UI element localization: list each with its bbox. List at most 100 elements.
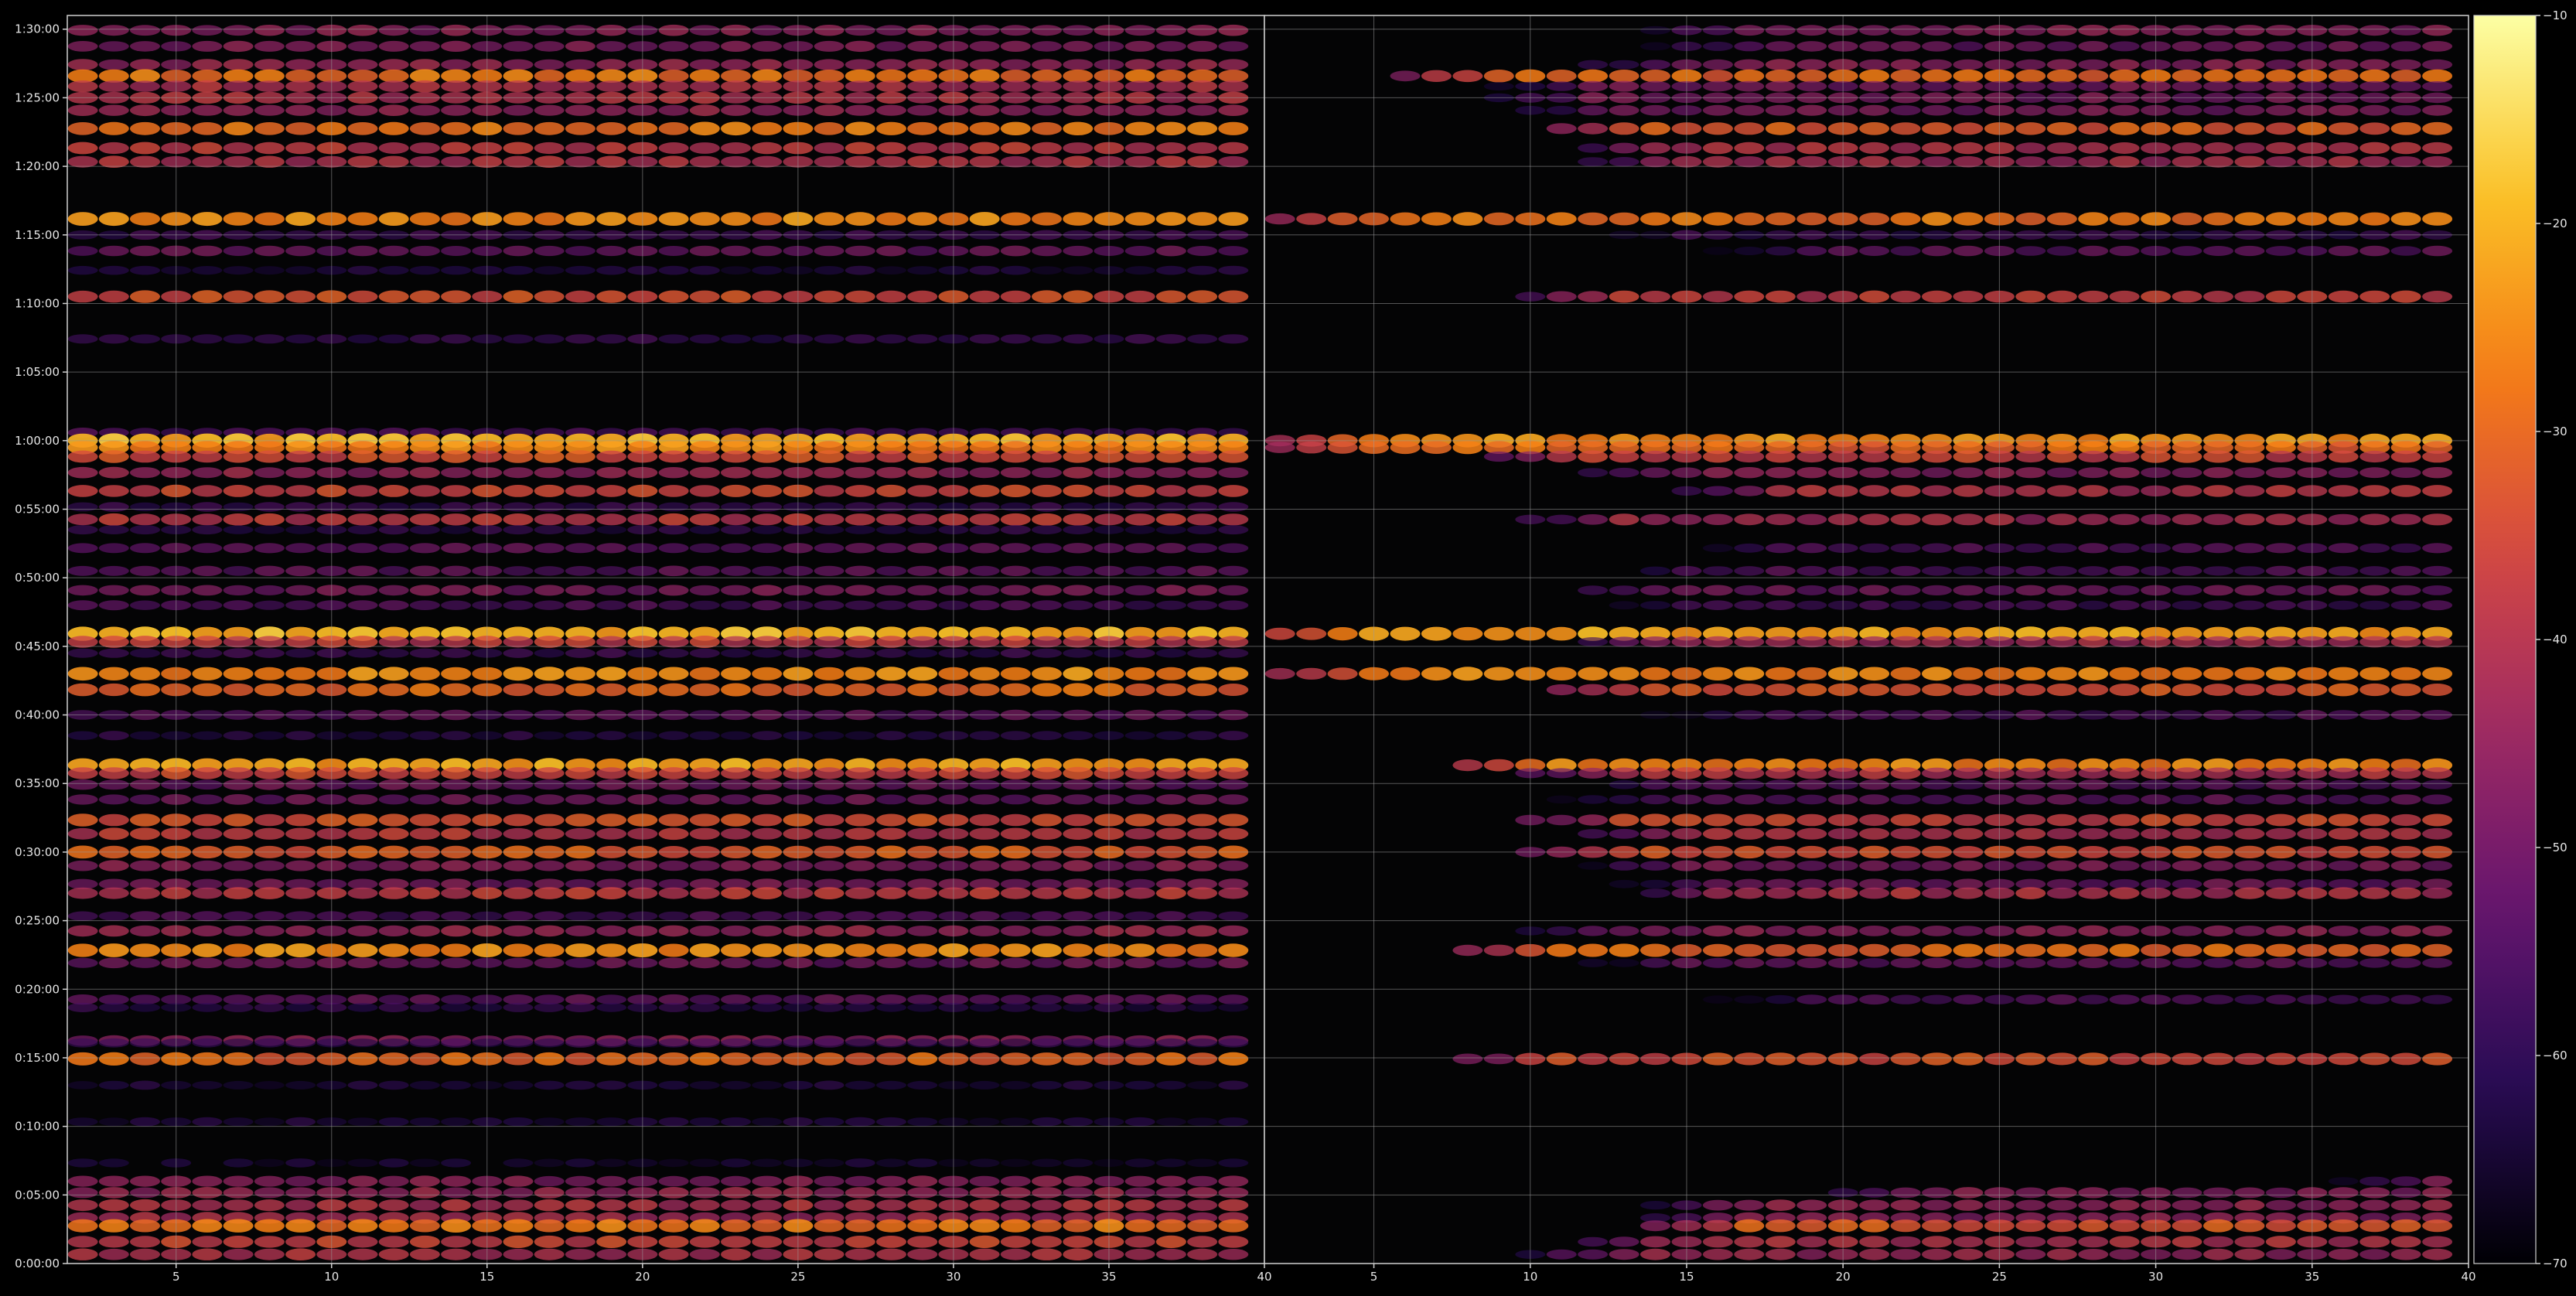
intensity-mark (441, 485, 472, 497)
intensity-mark (1734, 684, 1765, 696)
intensity-mark (1155, 731, 1186, 740)
intensity-mark (1000, 245, 1031, 257)
intensity-mark (1702, 767, 1733, 779)
intensity-mark (409, 1248, 440, 1260)
intensity-mark (1000, 450, 1031, 463)
intensity-mark (876, 502, 906, 512)
intensity-mark (1702, 155, 1733, 168)
intensity-mark (1063, 212, 1094, 226)
intensity-mark (192, 467, 223, 479)
intensity-mark (1796, 246, 1827, 256)
intensity-mark (2078, 450, 2109, 463)
intensity-mark (689, 1052, 720, 1066)
intensity-mark (1890, 994, 1921, 1004)
intensity-mark (1890, 779, 1921, 790)
intensity-mark (1640, 121, 1670, 135)
intensity-mark (1218, 485, 1249, 497)
intensity-mark (596, 911, 627, 921)
intensity-mark (1187, 731, 1218, 741)
intensity-mark (2046, 887, 2077, 899)
intensity-mark (1609, 157, 1639, 167)
intensity-mark (441, 887, 472, 899)
intensity-mark (1063, 565, 1094, 576)
intensity-mark (2203, 1248, 2233, 1260)
intensity-mark (67, 1175, 98, 1187)
intensity-mark (2203, 1236, 2233, 1248)
intensity-mark (285, 1117, 316, 1127)
intensity-mark (907, 731, 938, 740)
intensity-mark (1640, 779, 1670, 790)
intensity-mark (2390, 70, 2421, 83)
intensity-mark (1218, 827, 1249, 841)
intensity-mark (596, 887, 627, 899)
intensity-mark (1922, 1219, 1952, 1233)
intensity-mark (192, 1219, 223, 1233)
intensity-mark (503, 600, 534, 610)
intensity-mark (1452, 70, 1483, 83)
intensity-mark (98, 1080, 129, 1090)
intensity-mark (2203, 155, 2233, 168)
intensity-mark (689, 59, 720, 70)
intensity-mark (1890, 59, 1921, 70)
intensity-mark (1734, 636, 1765, 648)
intensity-mark (130, 155, 160, 168)
intensity-mark (2109, 684, 2140, 696)
intensity-mark (1155, 70, 1186, 83)
intensity-mark (596, 1080, 627, 1090)
intensity-mark (534, 334, 565, 344)
intensity-mark (2046, 122, 2077, 135)
intensity-mark (2078, 142, 2109, 154)
intensity-mark (752, 566, 783, 576)
intensity-mark (969, 543, 1000, 554)
intensity-mark (565, 212, 595, 226)
intensity-mark (752, 290, 783, 303)
intensity-mark (1859, 926, 1890, 936)
intensity-mark (534, 925, 565, 937)
intensity-mark (441, 813, 472, 827)
intensity-mark (285, 1236, 316, 1248)
intensity-mark (689, 1117, 720, 1127)
intensity-mark (689, 767, 720, 779)
intensity-mark (1155, 1117, 1186, 1127)
intensity-mark (752, 994, 783, 1004)
intensity-mark (1765, 59, 1796, 70)
intensity-mark (876, 957, 906, 969)
intensity-mark (285, 1038, 316, 1048)
intensity-mark (223, 513, 254, 526)
intensity-mark (1796, 467, 1827, 479)
intensity-mark (1124, 943, 1155, 957)
intensity-mark (565, 566, 595, 576)
intensity-mark (409, 265, 440, 275)
intensity-mark (254, 731, 285, 740)
intensity-mark (254, 1081, 285, 1090)
intensity-mark (441, 600, 472, 610)
intensity-mark (2046, 925, 2077, 936)
intensity-mark (2046, 794, 2077, 805)
intensity-mark (2046, 41, 2077, 52)
intensity-mark (2172, 860, 2202, 871)
intensity-mark (1953, 1248, 1984, 1260)
intensity-mark (130, 1175, 160, 1187)
intensity-mark (2046, 290, 2077, 303)
intensity-mark (907, 957, 938, 968)
intensity-mark (503, 41, 534, 52)
intensity-mark (254, 502, 285, 512)
intensity-mark (378, 1158, 409, 1168)
intensity-mark (1609, 142, 1639, 154)
intensity-mark (814, 636, 844, 648)
intensity-mark (1953, 155, 1984, 168)
intensity-mark (752, 1038, 783, 1048)
intensity-mark (1702, 957, 1733, 968)
intensity-mark (1640, 1201, 1670, 1210)
intensity-mark (98, 1248, 129, 1260)
intensity-mark (1609, 779, 1639, 790)
intensity-mark (721, 1003, 751, 1012)
intensity-mark (2234, 943, 2265, 957)
intensity-mark (1765, 212, 1796, 226)
intensity-mark (2203, 957, 2233, 968)
intensity-mark (254, 1199, 285, 1212)
intensity-mark (1640, 156, 1670, 168)
intensity-mark (689, 925, 720, 936)
intensity-mark (223, 827, 254, 841)
intensity-mark (378, 334, 409, 344)
